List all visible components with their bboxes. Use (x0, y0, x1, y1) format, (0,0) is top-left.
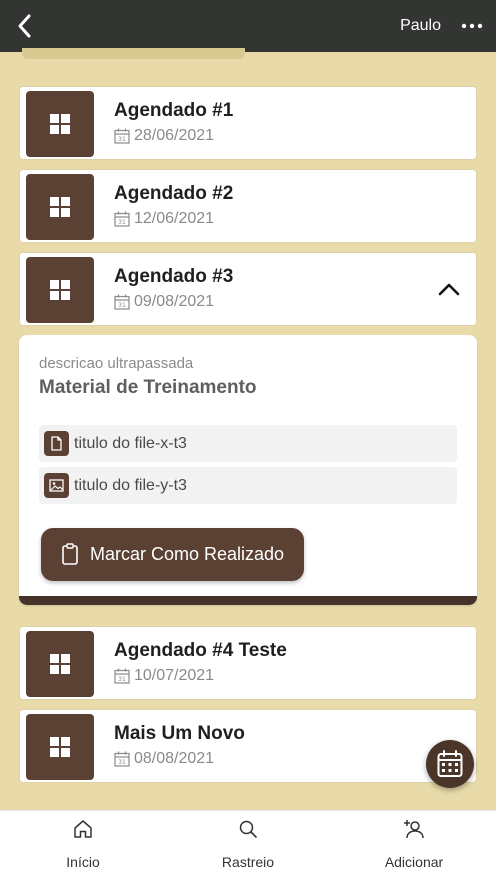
grid-icon (50, 280, 70, 300)
image-icon (44, 473, 69, 498)
schedule-item[interactable]: Agendado #1 31 28/06/2021 (19, 86, 477, 160)
calendar-icon: 31 (114, 294, 130, 310)
nav-item-rastreio[interactable]: Rastreio (188, 811, 308, 880)
item-title: Agendado #4 Teste (114, 640, 287, 661)
file-item[interactable]: titulo do file-x-t3 (39, 425, 457, 462)
nav-label: Adicionar (384, 854, 444, 870)
item-thumbnail (26, 174, 94, 240)
panel-bottom-bar (19, 596, 477, 605)
item-title: Agendado #2 (114, 183, 234, 204)
user-name[interactable]: Paulo (400, 17, 441, 35)
schedule-item[interactable]: Agendado #2 31 12/06/2021 (19, 169, 477, 243)
item-date: 09/08/2021 (134, 293, 215, 310)
item-thumbnail (26, 91, 94, 157)
svg-text:31: 31 (118, 136, 126, 143)
search-icon (239, 820, 257, 838)
item-date: 10/07/2021 (134, 667, 215, 684)
svg-text:31: 31 (118, 302, 126, 309)
item-date: 28/06/2021 (134, 127, 215, 144)
item-thumbnail (26, 714, 94, 780)
more-horizontal-icon[interactable] (460, 14, 484, 38)
document-icon (44, 431, 69, 456)
svg-text:31: 31 (118, 759, 126, 766)
schedule-item[interactable]: Agendado #4 Teste 31 10/07/2021 (19, 626, 477, 700)
app-bar: Paulo (0, 0, 496, 52)
grid-icon (50, 654, 70, 674)
file-name: titulo do file-x-t3 (74, 435, 187, 452)
calendar-icon: 31 (114, 128, 130, 144)
chevron-up-icon[interactable] (436, 277, 462, 303)
bottom-navigation: Início Rastreio Adicionar (0, 810, 496, 880)
file-item[interactable]: titulo do file-y-t3 (39, 467, 457, 504)
item-description: descricao ultrapassada (39, 355, 194, 372)
back-arrow-icon[interactable] (10, 10, 42, 42)
clipboard-icon (62, 543, 78, 565)
nav-item-inicio[interactable]: Início (23, 811, 143, 880)
calendar-icon: 31 (114, 668, 130, 684)
calendar-icon (437, 750, 463, 777)
calendar-icon: 31 (114, 751, 130, 767)
schedule-item[interactable]: Mais Um Novo 31 08/08/2021 (19, 709, 477, 783)
mark-as-done-button[interactable]: Marcar Como Realizado (41, 528, 304, 581)
home-icon (74, 820, 92, 838)
nav-item-adicionar[interactable]: Adicionar (354, 811, 474, 880)
file-name: titulo do file-y-t3 (74, 477, 187, 494)
nav-label: Início (66, 854, 100, 870)
item-detail-panel: descricao ultrapassada Material de Trein… (19, 335, 477, 605)
calendar-icon: 31 (114, 211, 130, 227)
svg-text:31: 31 (118, 676, 126, 683)
item-thumbnail (26, 257, 94, 323)
grid-icon (50, 197, 70, 217)
mark-as-done-label: Marcar Como Realizado (90, 544, 285, 564)
item-date: 12/06/2021 (134, 210, 215, 227)
nav-label: Rastreio (221, 854, 275, 870)
svg-text:31: 31 (118, 219, 126, 226)
grid-icon (50, 737, 70, 757)
item-title: Mais Um Novo (114, 723, 245, 744)
schedule-item-expanded[interactable]: Agendado #3 31 09/08/2021 (19, 252, 477, 326)
item-title: Agendado #3 (114, 266, 234, 287)
item-title: Agendado #1 (114, 100, 234, 121)
item-date: 08/08/2021 (134, 750, 215, 767)
add-user-icon (404, 820, 424, 839)
item-thumbnail (26, 631, 94, 697)
calendar-fab-button[interactable] (426, 740, 474, 788)
collapsed-panel-edge (22, 48, 245, 59)
grid-icon (50, 114, 70, 134)
item-heading: Material de Treinamento (39, 377, 257, 398)
